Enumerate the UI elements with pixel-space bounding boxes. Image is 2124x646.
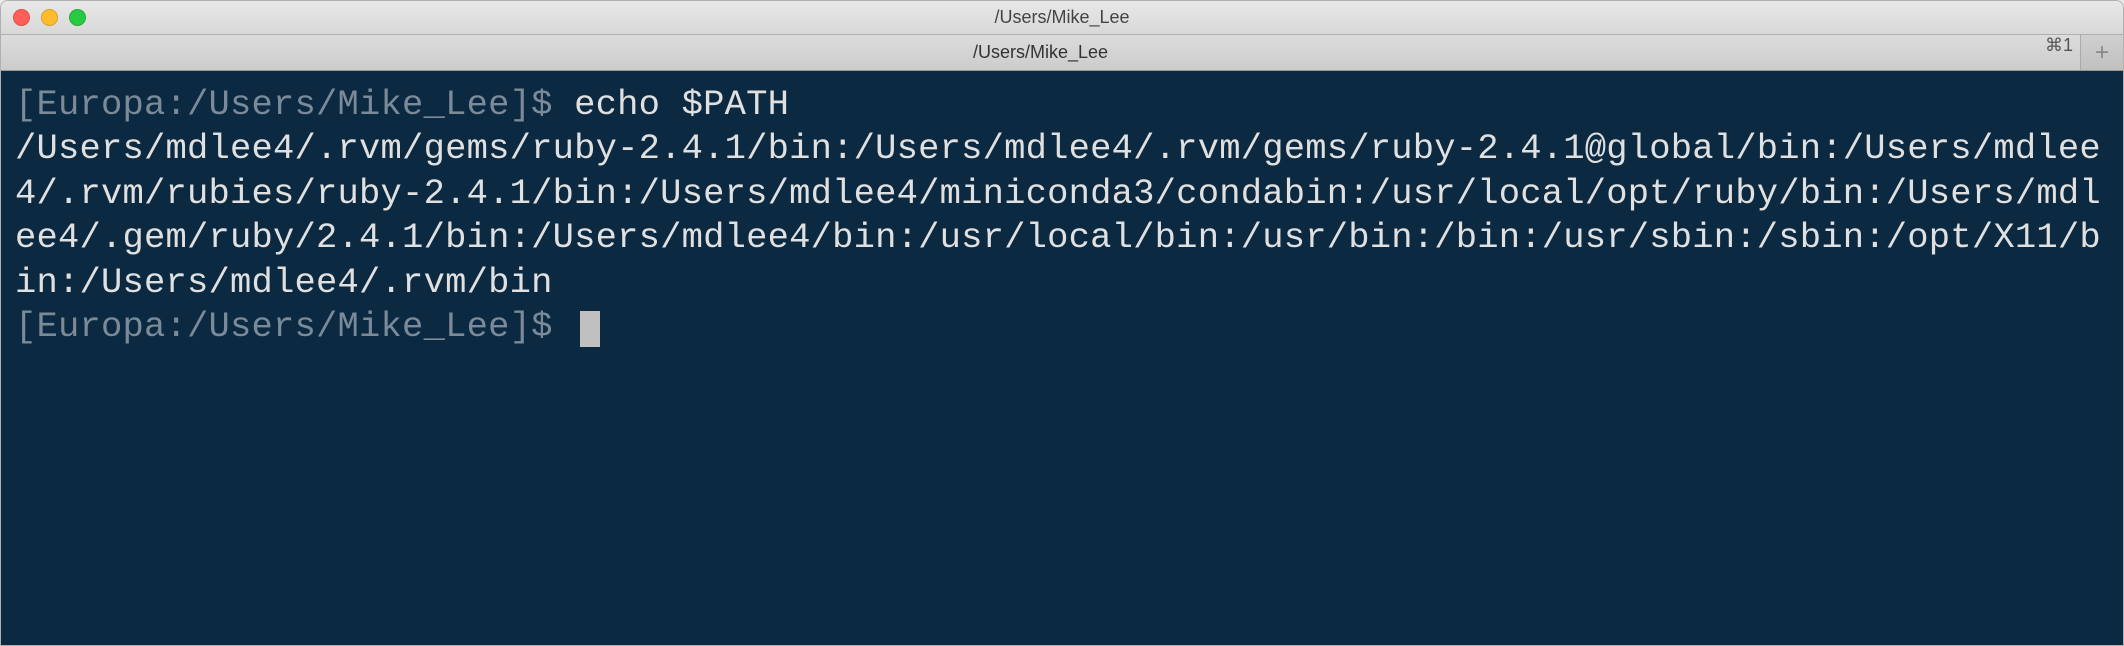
command-output: /Users/mdlee4/.rvm/gems/ruby-2.4.1/bin:/… bbox=[15, 128, 2101, 302]
maximize-button[interactable] bbox=[69, 9, 86, 26]
tab-title: /Users/Mike_Lee bbox=[973, 42, 1108, 63]
add-tab-button[interactable]: + bbox=[2081, 35, 2123, 70]
shell-command: echo $PATH bbox=[574, 84, 789, 125]
terminal-window: /Users/Mike_Lee /Users/Mike_Lee ⌘1 + [Eu… bbox=[0, 0, 2124, 646]
shell-prompt: [Europa:/Users/Mike_Lee]$ bbox=[15, 84, 574, 125]
window-titlebar[interactable]: /Users/Mike_Lee bbox=[1, 1, 2123, 35]
tab-shortcut: ⌘1 bbox=[2045, 35, 2073, 56]
tab-active[interactable]: /Users/Mike_Lee bbox=[1, 35, 2081, 70]
shell-prompt-current: [Europa:/Users/Mike_Lee]$ bbox=[15, 306, 574, 347]
traffic-lights bbox=[13, 9, 86, 26]
window-title: /Users/Mike_Lee bbox=[994, 7, 1129, 28]
cursor-icon bbox=[580, 311, 600, 347]
terminal-content[interactable]: [Europa:/Users/Mike_Lee]$ echo $PATH /Us… bbox=[1, 71, 2123, 645]
minimize-button[interactable] bbox=[41, 9, 58, 26]
tab-bar: /Users/Mike_Lee ⌘1 + bbox=[1, 35, 2123, 71]
close-button[interactable] bbox=[13, 9, 30, 26]
